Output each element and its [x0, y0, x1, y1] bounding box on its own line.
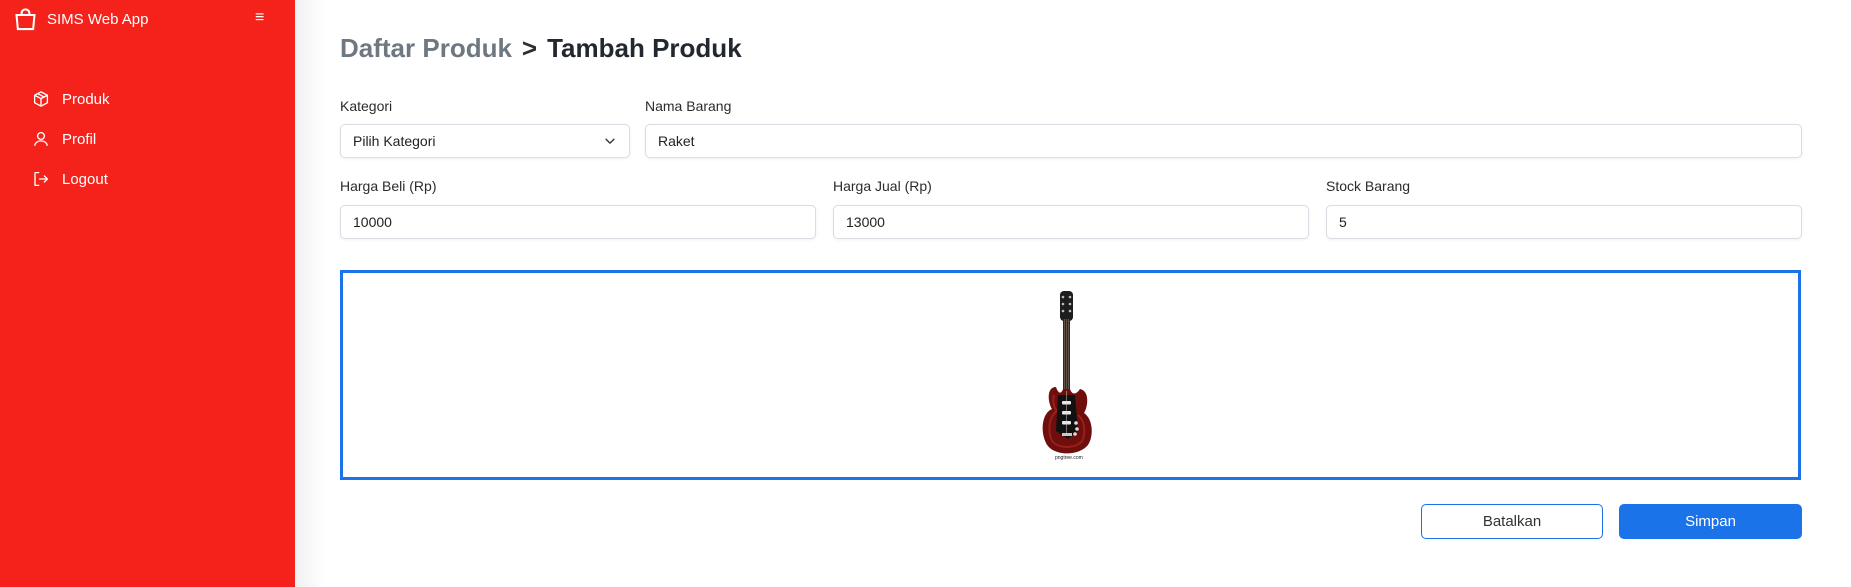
box-icon [33, 91, 49, 107]
stock-barang-label: Stock Barang [1326, 178, 1411, 194]
user-icon [33, 131, 49, 146]
shopping-bag-icon [15, 8, 36, 31]
sidebar-item-produk[interactable]: Produk [32, 88, 110, 110]
sidebar-item-label: Profil [62, 130, 97, 148]
logout-icon [34, 171, 49, 187]
product-image [1042, 291, 1092, 454]
brand[interactable]: SIMS Web App [12, 6, 148, 33]
harga-beli-input[interactable] [340, 205, 816, 239]
breadcrumb-separator: > [521, 33, 538, 63]
page-title: Tambah Produk [547, 33, 742, 63]
harga-jual-label: Harga Jual (Rp) [833, 178, 932, 194]
cancel-button[interactable]: Batalkan [1421, 504, 1603, 539]
image-upload-area[interactable]: pngtree.com [340, 270, 1801, 480]
sidebar-item-label: Produk [62, 90, 110, 108]
harga-beli-label: Harga Beli (Rp) [340, 178, 437, 194]
sidebar: SIMS Web App ≡ Produk Profil Logout [0, 0, 295, 587]
chevron-down-icon [605, 138, 615, 144]
kategori-selected-value: Pilih Kategori [353, 133, 436, 149]
sidebar-item-label: Logout [62, 170, 108, 188]
sidebar-item-logout[interactable]: Logout [32, 168, 110, 190]
kategori-label: Kategori [340, 98, 393, 114]
sidebar-nav: Produk Profil Logout [32, 88, 110, 208]
sidebar-shadow [295, 0, 325, 587]
breadcrumb: Daftar Produk > Tambah Produk [340, 33, 742, 64]
stock-barang-input[interactable] [1326, 205, 1802, 239]
image-caption: pngtree.com [1055, 455, 1083, 461]
save-button[interactable]: Simpan [1619, 504, 1802, 539]
app-name: SIMS Web App [47, 11, 149, 28]
nama-barang-input[interactable] [645, 124, 1802, 158]
nama-barang-label: Nama Barang [645, 98, 732, 114]
harga-jual-input[interactable] [833, 205, 1309, 239]
kategori-select[interactable]: Pilih Kategori [340, 124, 630, 158]
breadcrumb-parent-link[interactable]: Daftar Produk [340, 33, 512, 64]
sidebar-item-profil[interactable]: Profil [32, 128, 110, 150]
menu-toggle-icon[interactable]: ≡ [255, 9, 264, 27]
